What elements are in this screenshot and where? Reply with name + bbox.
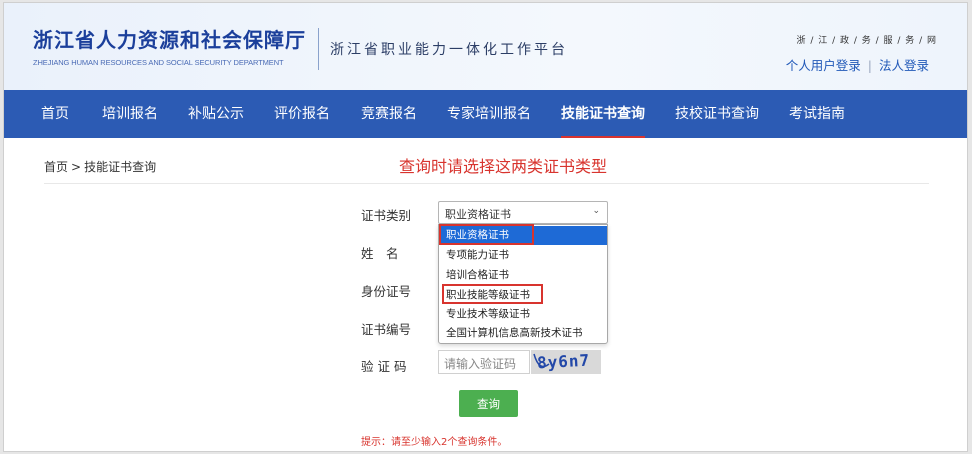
department-name-en: ZHEJIANG HUMAN RESOURCES AND SOCIAL SECU… <box>33 58 284 67</box>
cert-number-label: 证书编号 <box>361 322 412 337</box>
query-button[interactable]: 查询 <box>459 390 518 417</box>
name-label: 姓 名 <box>361 246 399 261</box>
option-national-computer-cert[interactable]: 全国计算机信息高新技术证书 <box>439 324 607 343</box>
personal-login-link[interactable]: 个人用户登录 <box>786 58 861 73</box>
nav-item-training-signup[interactable]: 培训报名 <box>102 90 158 138</box>
breadcrumb-current: 技能证书查询 <box>84 160 157 174</box>
login-links: 个人用户登录 | 法人登录 <box>786 55 929 74</box>
query-hint: 提示：请至少输入2个查询条件。 <box>361 437 508 448</box>
nav-item-evaluation-signup[interactable]: 评价报名 <box>274 90 330 138</box>
main-nav: 首页 培训报名 补贴公示 评价报名 竞赛报名 专家培训报名 技能证书查询 技校证… <box>4 90 967 138</box>
breadcrumb-separator: > <box>71 160 82 174</box>
gov-service-link[interactable]: 浙 / 江 / 政 / 务 / 服 / 务 / 网 <box>796 33 937 46</box>
option-training-qualified[interactable]: 培训合格证书 <box>439 266 607 285</box>
department-logo[interactable]: 浙江省人力资源和社会保障厅 ZHEJIANG HUMAN RESOURCES A… <box>33 24 306 67</box>
option-professional-tech-level[interactable]: 专业技术等级证书 <box>439 305 607 324</box>
cert-type-label: 证书类别 <box>361 208 412 223</box>
platform-title: 浙江省职业能力一体化工作平台 <box>330 42 568 58</box>
captcha-code: 8y6n7 <box>536 350 591 373</box>
nav-item-competition-signup[interactable]: 竞赛报名 <box>361 90 417 138</box>
cert-type-dropdown: 职业资格证书 专项能力证书 培训合格证书 职业技能等级证书 专业技术等级证书 全… <box>438 224 608 344</box>
option-special-ability[interactable]: 专项能力证书 <box>439 246 607 265</box>
breadcrumb: 首页 > 技能证书查询 <box>44 158 156 175</box>
site-header: 浙江省人力资源和社会保障厅 ZHEJIANG HUMAN RESOURCES A… <box>4 3 967 90</box>
annotation-notice: 查询时请选择这两类证书类型 <box>399 157 608 176</box>
breadcrumb-divider <box>44 183 929 184</box>
option-vocational-skill-level[interactable]: 职业技能等级证书 <box>439 286 607 305</box>
captcha-label: 验 证 码 <box>361 359 407 374</box>
nav-item-subsidy-notice[interactable]: 补贴公示 <box>188 90 244 138</box>
header-divider <box>318 28 319 70</box>
login-separator: | <box>867 58 872 73</box>
cert-type-select[interactable]: 职业资格证书 ⌄ <box>438 201 608 224</box>
captcha-image[interactable]: 8y6n7 <box>531 350 601 374</box>
nav-item-exam-guide[interactable]: 考试指南 <box>789 90 845 138</box>
id-number-label: 身份证号 <box>361 284 412 299</box>
chevron-down-icon: ⌄ <box>592 206 600 216</box>
nav-item-expert-training[interactable]: 专家培训报名 <box>447 90 531 138</box>
corporate-login-link[interactable]: 法人登录 <box>879 58 929 73</box>
option-vocational-qualification[interactable]: 职业资格证书 <box>439 226 607 245</box>
cert-type-selected-value: 职业资格证书 <box>445 208 511 221</box>
breadcrumb-home[interactable]: 首页 <box>44 160 68 174</box>
nav-item-home[interactable]: 首页 <box>41 90 69 138</box>
captcha-input[interactable]: 请输入验证码 <box>438 350 530 374</box>
browser-viewport: 浙江省人力资源和社会保障厅 ZHEJIANG HUMAN RESOURCES A… <box>3 2 968 452</box>
department-name: 浙江省人力资源和社会保障厅 <box>33 28 306 52</box>
nav-item-school-cert-query[interactable]: 技校证书查询 <box>675 90 759 138</box>
nav-item-skill-cert-query[interactable]: 技能证书查询 <box>561 90 645 138</box>
